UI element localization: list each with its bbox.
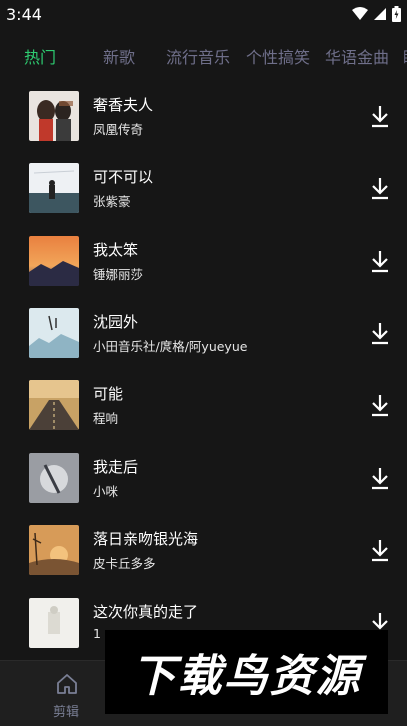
album-cover [29,453,79,503]
status-bar: 3:44 [0,0,407,30]
signal-icon [374,8,386,20]
nav-label-edit[interactable]: 剪辑 [53,701,79,720]
song-title: 沈园外 [93,313,139,331]
tab-pop[interactable]: 流行音乐 [166,44,230,68]
tab-hot[interactable]: 热门 [24,44,56,68]
album-cover [29,525,79,575]
wifi-icon [352,7,368,20]
tab-chinese-classics[interactable]: 华语金曲 [325,44,389,68]
song-artist: 锤娜丽莎 [93,267,144,282]
song-row[interactable]: 我走后 小咪 [0,453,407,525]
song-artist: 小田音乐社/庹格/阿yueyue [93,339,248,354]
category-tabs: 热门 新歌 流行音乐 个性搞笑 华语金曲 睡 [0,40,407,68]
status-time: 3:44 [6,5,42,24]
album-cover [29,308,79,358]
song-title: 可能 [93,385,124,403]
song-title: 奢香夫人 [93,96,154,114]
tab-new-songs[interactable]: 新歌 [103,44,135,68]
status-icons [352,6,401,22]
song-title: 可不可以 [93,168,154,186]
download-icon[interactable] [370,321,390,345]
album-cover [29,380,79,430]
album-cover [29,236,79,286]
download-icon[interactable] [370,249,390,273]
download-icon[interactable] [370,393,390,417]
tab-more[interactable]: 睡 [403,44,407,68]
song-title: 这次你真的走了 [93,603,199,621]
album-cover [29,598,79,648]
song-artist: 小咪 [93,484,119,499]
song-row[interactable]: 我太笨 锤娜丽莎 [0,236,407,308]
song-title: 我走后 [93,458,139,476]
tab-funny[interactable]: 个性搞笑 [246,44,310,68]
watermark-logo: 下载鸟资源 [105,630,388,714]
download-icon[interactable] [370,104,390,128]
song-artist: 1 [93,626,101,641]
song-row[interactable]: 可能 程响 [0,380,407,452]
download-icon[interactable] [370,176,390,200]
song-artist: 程响 [93,411,119,426]
song-artist: 皮卡丘多多 [93,556,156,571]
album-cover [29,91,79,141]
home-icon[interactable] [56,673,78,695]
watermark-text: 下载鸟资源 [131,651,362,702]
battery-icon [392,6,401,22]
song-row[interactable]: 奢香夫人 凤凰传奇 [0,91,407,163]
song-row[interactable]: 沈园外 小田音乐社/庹格/阿yueyue [0,308,407,380]
song-artist: 张紫豪 [93,194,131,209]
song-artist: 凤凰传奇 [93,122,144,137]
album-cover [29,163,79,213]
song-row[interactable]: 落日亲吻银光海 皮卡丘多多 [0,525,407,597]
song-title: 我太笨 [93,241,139,259]
download-icon[interactable] [370,538,390,562]
song-row[interactable]: 可不可以 张紫豪 [0,163,407,235]
download-icon[interactable] [370,466,390,490]
song-title: 落日亲吻银光海 [93,530,199,548]
